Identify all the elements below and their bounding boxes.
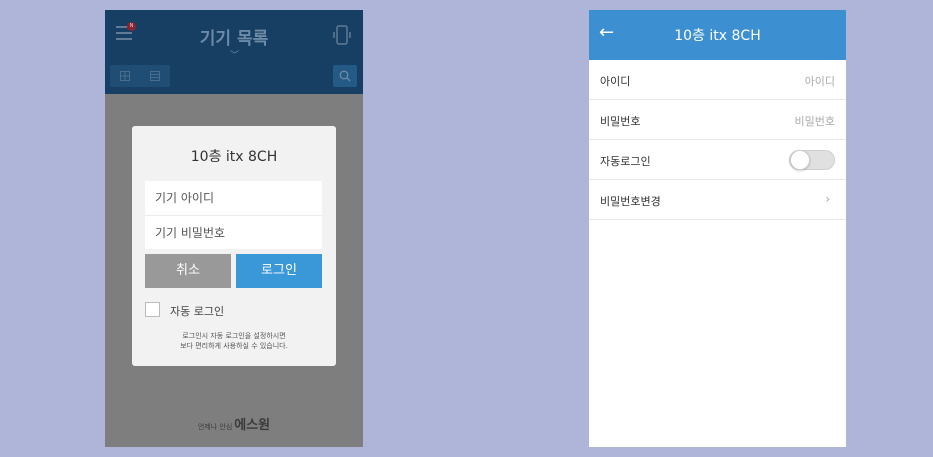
auto-login-row: 자동로그인: [589, 140, 846, 180]
search-icon: [339, 70, 351, 82]
view-toggle[interactable]: [110, 65, 170, 87]
change-password-label: 비밀번호변경: [600, 195, 661, 208]
search-button[interactable]: [333, 65, 357, 87]
dialog-title: 10층 itx 8CH: [190, 149, 278, 165]
id-row[interactable]: 아이디 아이디: [589, 60, 846, 100]
page-title: 10층 itx 8CH: [674, 28, 761, 44]
login-button[interactable]: 로그인: [236, 254, 322, 288]
toggle-knob: [790, 150, 810, 170]
auto-login-label: 자동로그인: [600, 155, 651, 168]
brand-tagline: 언제나 안심: [197, 423, 233, 431]
device-password-input[interactable]: 기기 비밀번호: [145, 215, 322, 249]
device-id-input[interactable]: 기기 아이디: [145, 181, 322, 215]
brand-footer: 언제나 안심 에스원: [105, 414, 363, 433]
password-label: 비밀번호: [600, 115, 641, 128]
brand-logo-text: 에스원: [234, 418, 271, 433]
note-line-1: 로그인시 자동 로그인을 설정하시면: [182, 332, 286, 340]
password-row[interactable]: 비밀번호 비밀번호: [589, 100, 846, 140]
auto-login-note: 로그인시 자동 로그인을 설정하시면 보다 편리하게 사용하실 수 있습니다.: [132, 331, 336, 351]
id-value[interactable]: 아이디: [805, 73, 835, 89]
note-line-2: 보다 편리하게 사용하실 수 있습니다.: [180, 342, 288, 350]
chevron-right-icon: ›: [825, 192, 830, 206]
chevron-down-icon[interactable]: ﹀: [230, 48, 239, 61]
grid-view-icon[interactable]: [110, 65, 140, 87]
password-value[interactable]: 비밀번호: [795, 113, 835, 129]
auto-login-toggle[interactable]: [789, 150, 835, 170]
id-label: 아이디: [600, 75, 631, 88]
change-password-row[interactable]: 비밀번호변경 ›: [589, 180, 846, 220]
device-list-header: N 기기 목록 ﹀: [105, 10, 363, 94]
device-rotate-icon[interactable]: [333, 24, 351, 46]
page-title[interactable]: 기기 목록: [105, 24, 363, 49]
cancel-button[interactable]: 취소: [145, 254, 231, 288]
auto-login-label[interactable]: 자동 로그인: [170, 303, 224, 319]
settings-header: ← 10층 itx 8CH: [589, 10, 846, 60]
auto-login-checkbox[interactable]: [145, 302, 160, 317]
right-phone-screen: ← 10층 itx 8CH 아이디 아이디 비밀번호 비밀번호 자동로그인 비밀…: [589, 10, 846, 447]
list-view-icon[interactable]: [140, 65, 170, 87]
device-login-dialog: 10층 itx 8CH 기기 아이디 기기 비밀번호 취소 로그인 자동 로그인…: [132, 126, 336, 366]
